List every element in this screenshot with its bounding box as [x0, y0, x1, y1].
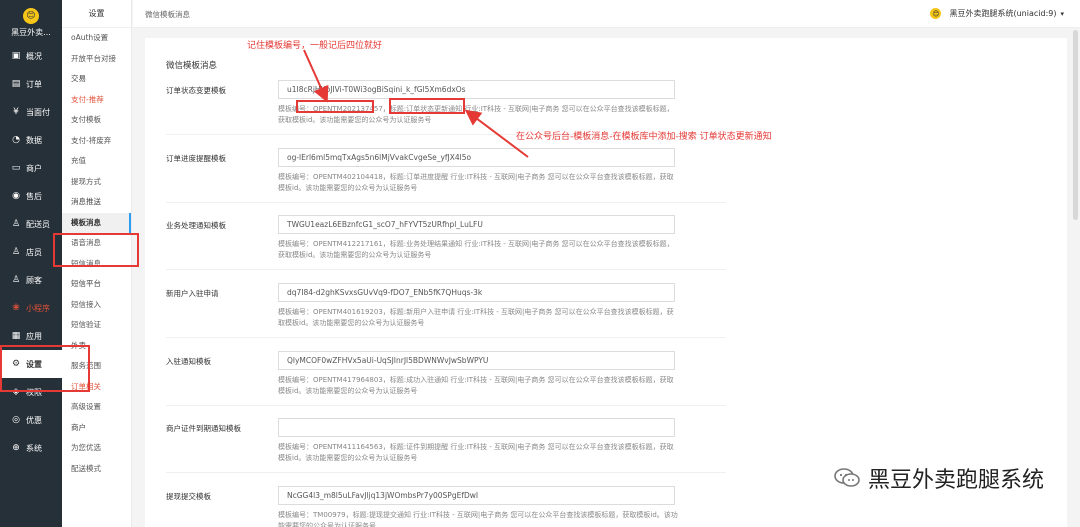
arrow-to-template-title	[464, 109, 529, 158]
watermark-text: 黑豆外卖跑腿系统	[867, 468, 1044, 493]
wechat-watermark: 黑豆外卖跑腿系统	[834, 462, 1044, 494]
annotation-arrows	[303, 49, 529, 158]
arrow-to-template-number	[303, 49, 329, 103]
vertical-scrollbar[interactable]	[1073, 30, 1078, 220]
wechat-icon	[834, 468, 860, 487]
